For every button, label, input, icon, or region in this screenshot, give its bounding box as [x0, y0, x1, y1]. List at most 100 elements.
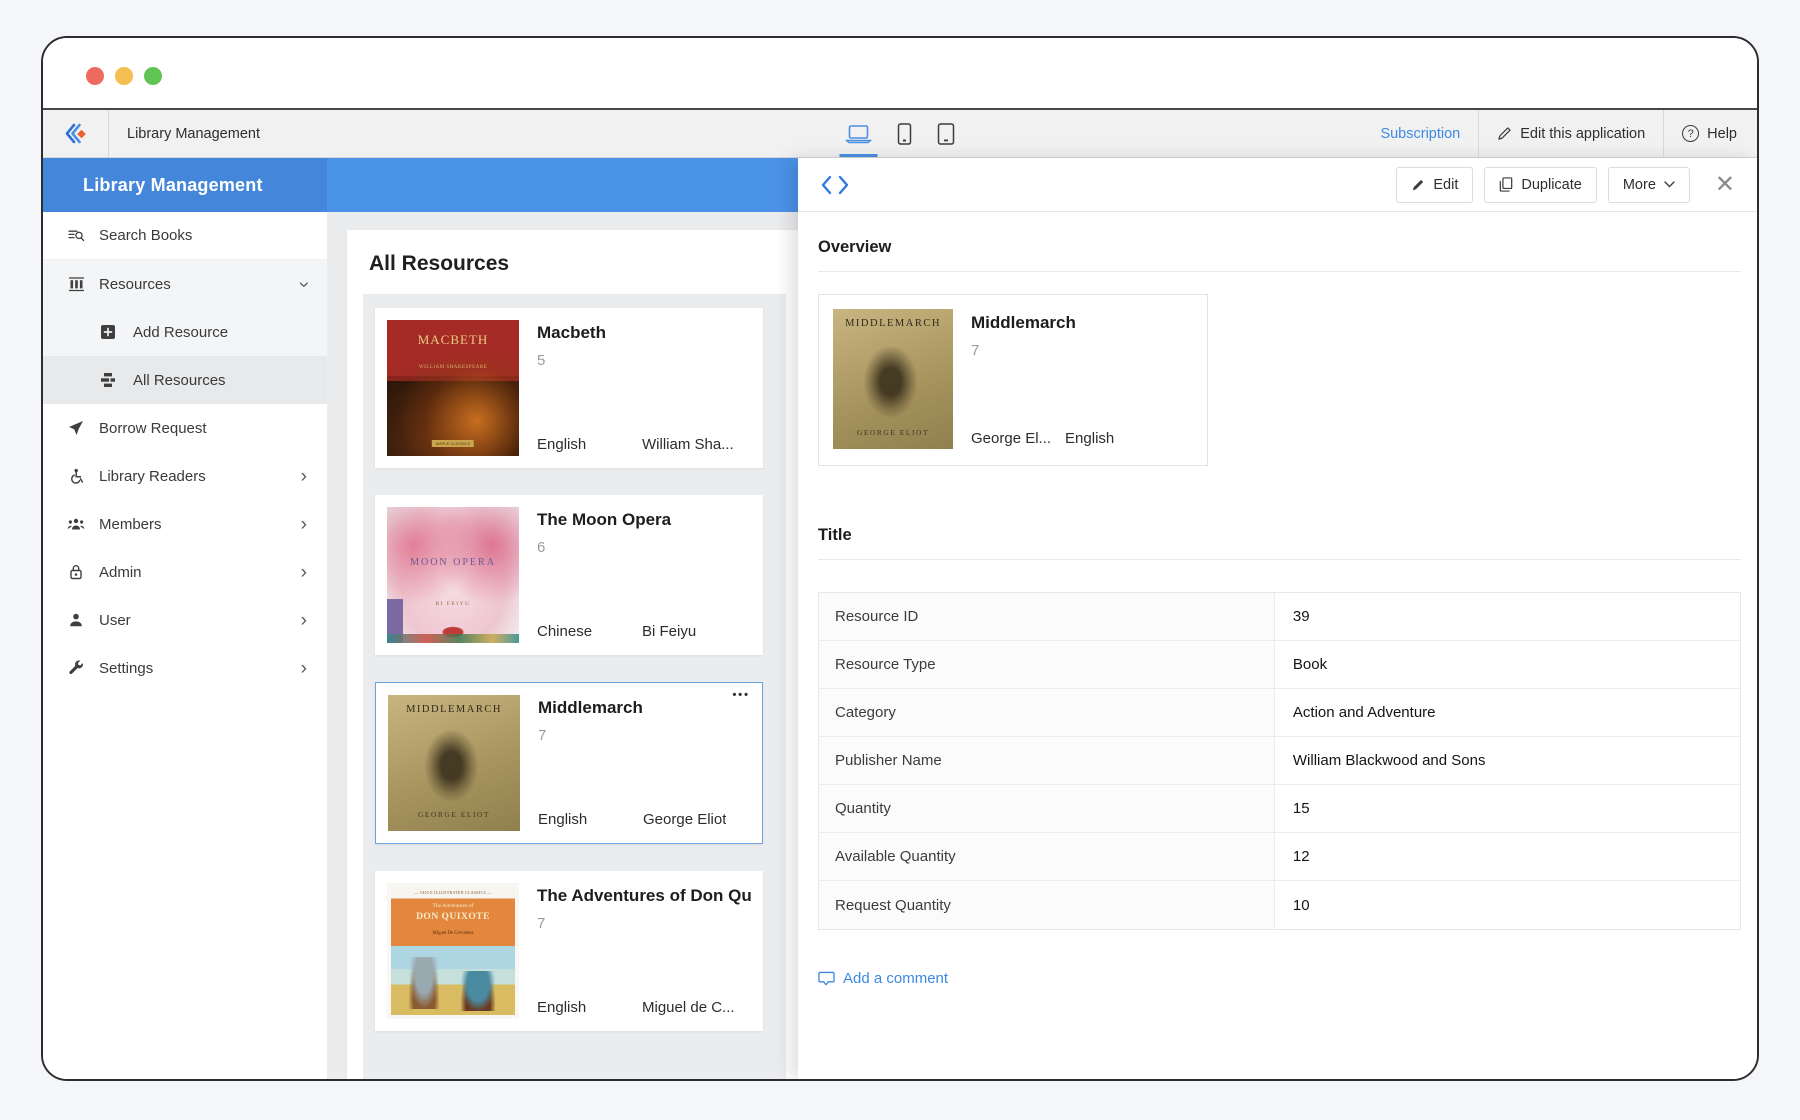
- card-author: Bi Feiyu: [642, 623, 696, 640]
- sidebar-item-borrow-request[interactable]: Borrow Request: [43, 404, 327, 452]
- sidebar-item-label: Add Resource: [133, 324, 228, 341]
- borrow-request-icon: [67, 420, 85, 436]
- close-detail-icon[interactable]: ✕: [1715, 173, 1735, 197]
- top-toolbar: Library Management: [43, 108, 1757, 158]
- creator-logo-icon[interactable]: [63, 120, 90, 147]
- help-icon: ?: [1682, 125, 1699, 142]
- sidebar-item-user[interactable]: User ›: [43, 596, 327, 644]
- resources-icon: [67, 276, 85, 292]
- list-panel-header-bar: [327, 158, 798, 212]
- sidebar-item-label: Borrow Request: [99, 420, 207, 437]
- field-label: Resource Type: [819, 641, 1275, 688]
- resource-card-macbeth[interactable]: MACBETH WILLIAM SHAKESPEARE MAPLE CLASSI…: [375, 308, 763, 468]
- sidebar-item-label: Settings: [99, 660, 153, 677]
- table-row: Publisher Name William Blackwood and Son…: [819, 737, 1740, 785]
- field-value: 15: [1275, 785, 1740, 832]
- book-cover-middlemarch: MIDDLEMARCH GEORGE ELIOT: [833, 309, 953, 449]
- card-title: Macbeth: [537, 323, 751, 343]
- close-window-button[interactable]: [86, 67, 104, 85]
- card-author: George Eliot: [643, 811, 726, 828]
- field-label: Available Quantity: [819, 833, 1275, 880]
- pencil-icon: [1497, 126, 1512, 141]
- field-value: William Blackwood and Sons: [1275, 737, 1740, 784]
- table-row: Request Quantity 10: [819, 881, 1740, 929]
- card-language: English: [537, 999, 642, 1016]
- card-language: Chinese: [537, 623, 642, 640]
- phone-preview-icon[interactable]: [898, 110, 912, 157]
- sidebar-item-settings[interactable]: Settings ›: [43, 644, 327, 692]
- card-count: 7: [537, 915, 751, 932]
- zoom-window-button[interactable]: [144, 67, 162, 85]
- title-section-heading: Title: [818, 526, 1741, 545]
- card-author: William Sha...: [642, 436, 734, 453]
- sidebar-item-admin[interactable]: Admin ›: [43, 548, 327, 596]
- tablet-preview-icon[interactable]: [938, 110, 955, 157]
- card-count: 6: [537, 539, 751, 556]
- chevron-right-icon: ›: [301, 659, 307, 678]
- sidebar-item-label: Admin: [99, 564, 142, 581]
- desktop-preview-icon[interactable]: [846, 110, 872, 157]
- edit-record-button[interactable]: Edit: [1396, 167, 1473, 203]
- resource-card-don-quixote[interactable]: — JAICO ILLUSTRATED CLASSICS — The Adven…: [375, 871, 763, 1031]
- help-button[interactable]: ? Help: [1682, 125, 1737, 142]
- chevron-right-icon: ›: [301, 611, 307, 630]
- comment-bubble-icon: [818, 971, 835, 987]
- sidebar-app-title: Library Management: [43, 158, 327, 212]
- chevron-right-icon: ›: [301, 515, 307, 534]
- app-window: Library Management: [41, 36, 1759, 1081]
- detail-body: Overview MIDDLEMARCH GEORGE ELIOT Middle…: [798, 212, 1757, 1079]
- card-language: English: [538, 811, 643, 828]
- overview-heading: Overview: [818, 238, 1741, 257]
- overview-record-card[interactable]: MIDDLEMARCH GEORGE ELIOT Middlemarch 7 G…: [818, 294, 1208, 466]
- detail-header: Edit Duplicate More: [798, 158, 1757, 212]
- sidebar-item-label: Members: [99, 516, 162, 533]
- field-value: Book: [1275, 641, 1740, 688]
- active-device-underline: [840, 154, 878, 157]
- resource-card-moon-opera[interactable]: MOON OPERA BI FEIYU The Moon Opera 6 Chi…: [375, 495, 763, 655]
- toolbar-divider: [1663, 110, 1664, 157]
- user-icon: [67, 612, 85, 628]
- more-actions-button[interactable]: More: [1608, 167, 1690, 203]
- card-count: 7: [538, 727, 750, 744]
- edit-application-button[interactable]: Edit this application: [1497, 126, 1645, 142]
- table-row: Available Quantity 12: [819, 833, 1740, 881]
- chevron-down-icon: ›: [294, 281, 313, 287]
- library-readers-icon: [67, 468, 85, 484]
- minimize-window-button[interactable]: [115, 67, 133, 85]
- overview-card-count: 7: [971, 342, 1193, 359]
- pencil-icon: [1411, 178, 1425, 192]
- admin-lock-icon: [67, 564, 85, 580]
- card-language: English: [537, 436, 642, 453]
- sidebar-item-library-readers[interactable]: Library Readers ›: [43, 452, 327, 500]
- sidebar-item-members[interactable]: Members ›: [43, 500, 327, 548]
- overview-card-author: George El...: [971, 430, 1051, 447]
- field-label: Category: [819, 689, 1275, 736]
- code-view-icon[interactable]: [820, 174, 850, 196]
- overview-card-language: English: [1065, 430, 1114, 447]
- sidebar-item-resources[interactable]: Resources ›: [43, 260, 327, 308]
- all-resources-icon: [99, 372, 117, 388]
- card-more-options-icon[interactable]: •••: [732, 689, 750, 701]
- add-resource-icon: [99, 324, 117, 340]
- sidebar-item-all-resources[interactable]: All Resources: [43, 356, 327, 404]
- subscription-link[interactable]: Subscription: [1380, 126, 1460, 142]
- field-label: Publisher Name: [819, 737, 1275, 784]
- add-comment-link[interactable]: Add a comment: [818, 970, 948, 987]
- field-value: 39: [1275, 593, 1740, 640]
- resource-card-middlemarch[interactable]: ••• MIDDLEMARCH GEORGE ELIOT Middlemarch…: [375, 682, 763, 844]
- chevron-down-icon: [1664, 181, 1675, 188]
- chevron-right-icon: ›: [301, 563, 307, 582]
- sidebar-item-add-resource[interactable]: Add Resource: [43, 308, 327, 356]
- book-cover-moon-opera: MOON OPERA BI FEIYU: [387, 507, 519, 643]
- duplicate-record-button[interactable]: Duplicate: [1484, 167, 1596, 203]
- field-label: Quantity: [819, 785, 1275, 832]
- field-label: Resource ID: [819, 593, 1275, 640]
- card-title: Middlemarch: [538, 698, 750, 718]
- list-panel-title: All Resources: [347, 252, 798, 276]
- book-cover-middlemarch: MIDDLEMARCH GEORGE ELIOT: [388, 695, 520, 831]
- sidebar-item-search-books[interactable]: Search Books: [43, 212, 327, 260]
- field-value: 12: [1275, 833, 1740, 880]
- table-row: Resource ID 39: [819, 593, 1740, 641]
- settings-wrench-icon: [67, 660, 85, 676]
- search-books-icon: [67, 228, 85, 244]
